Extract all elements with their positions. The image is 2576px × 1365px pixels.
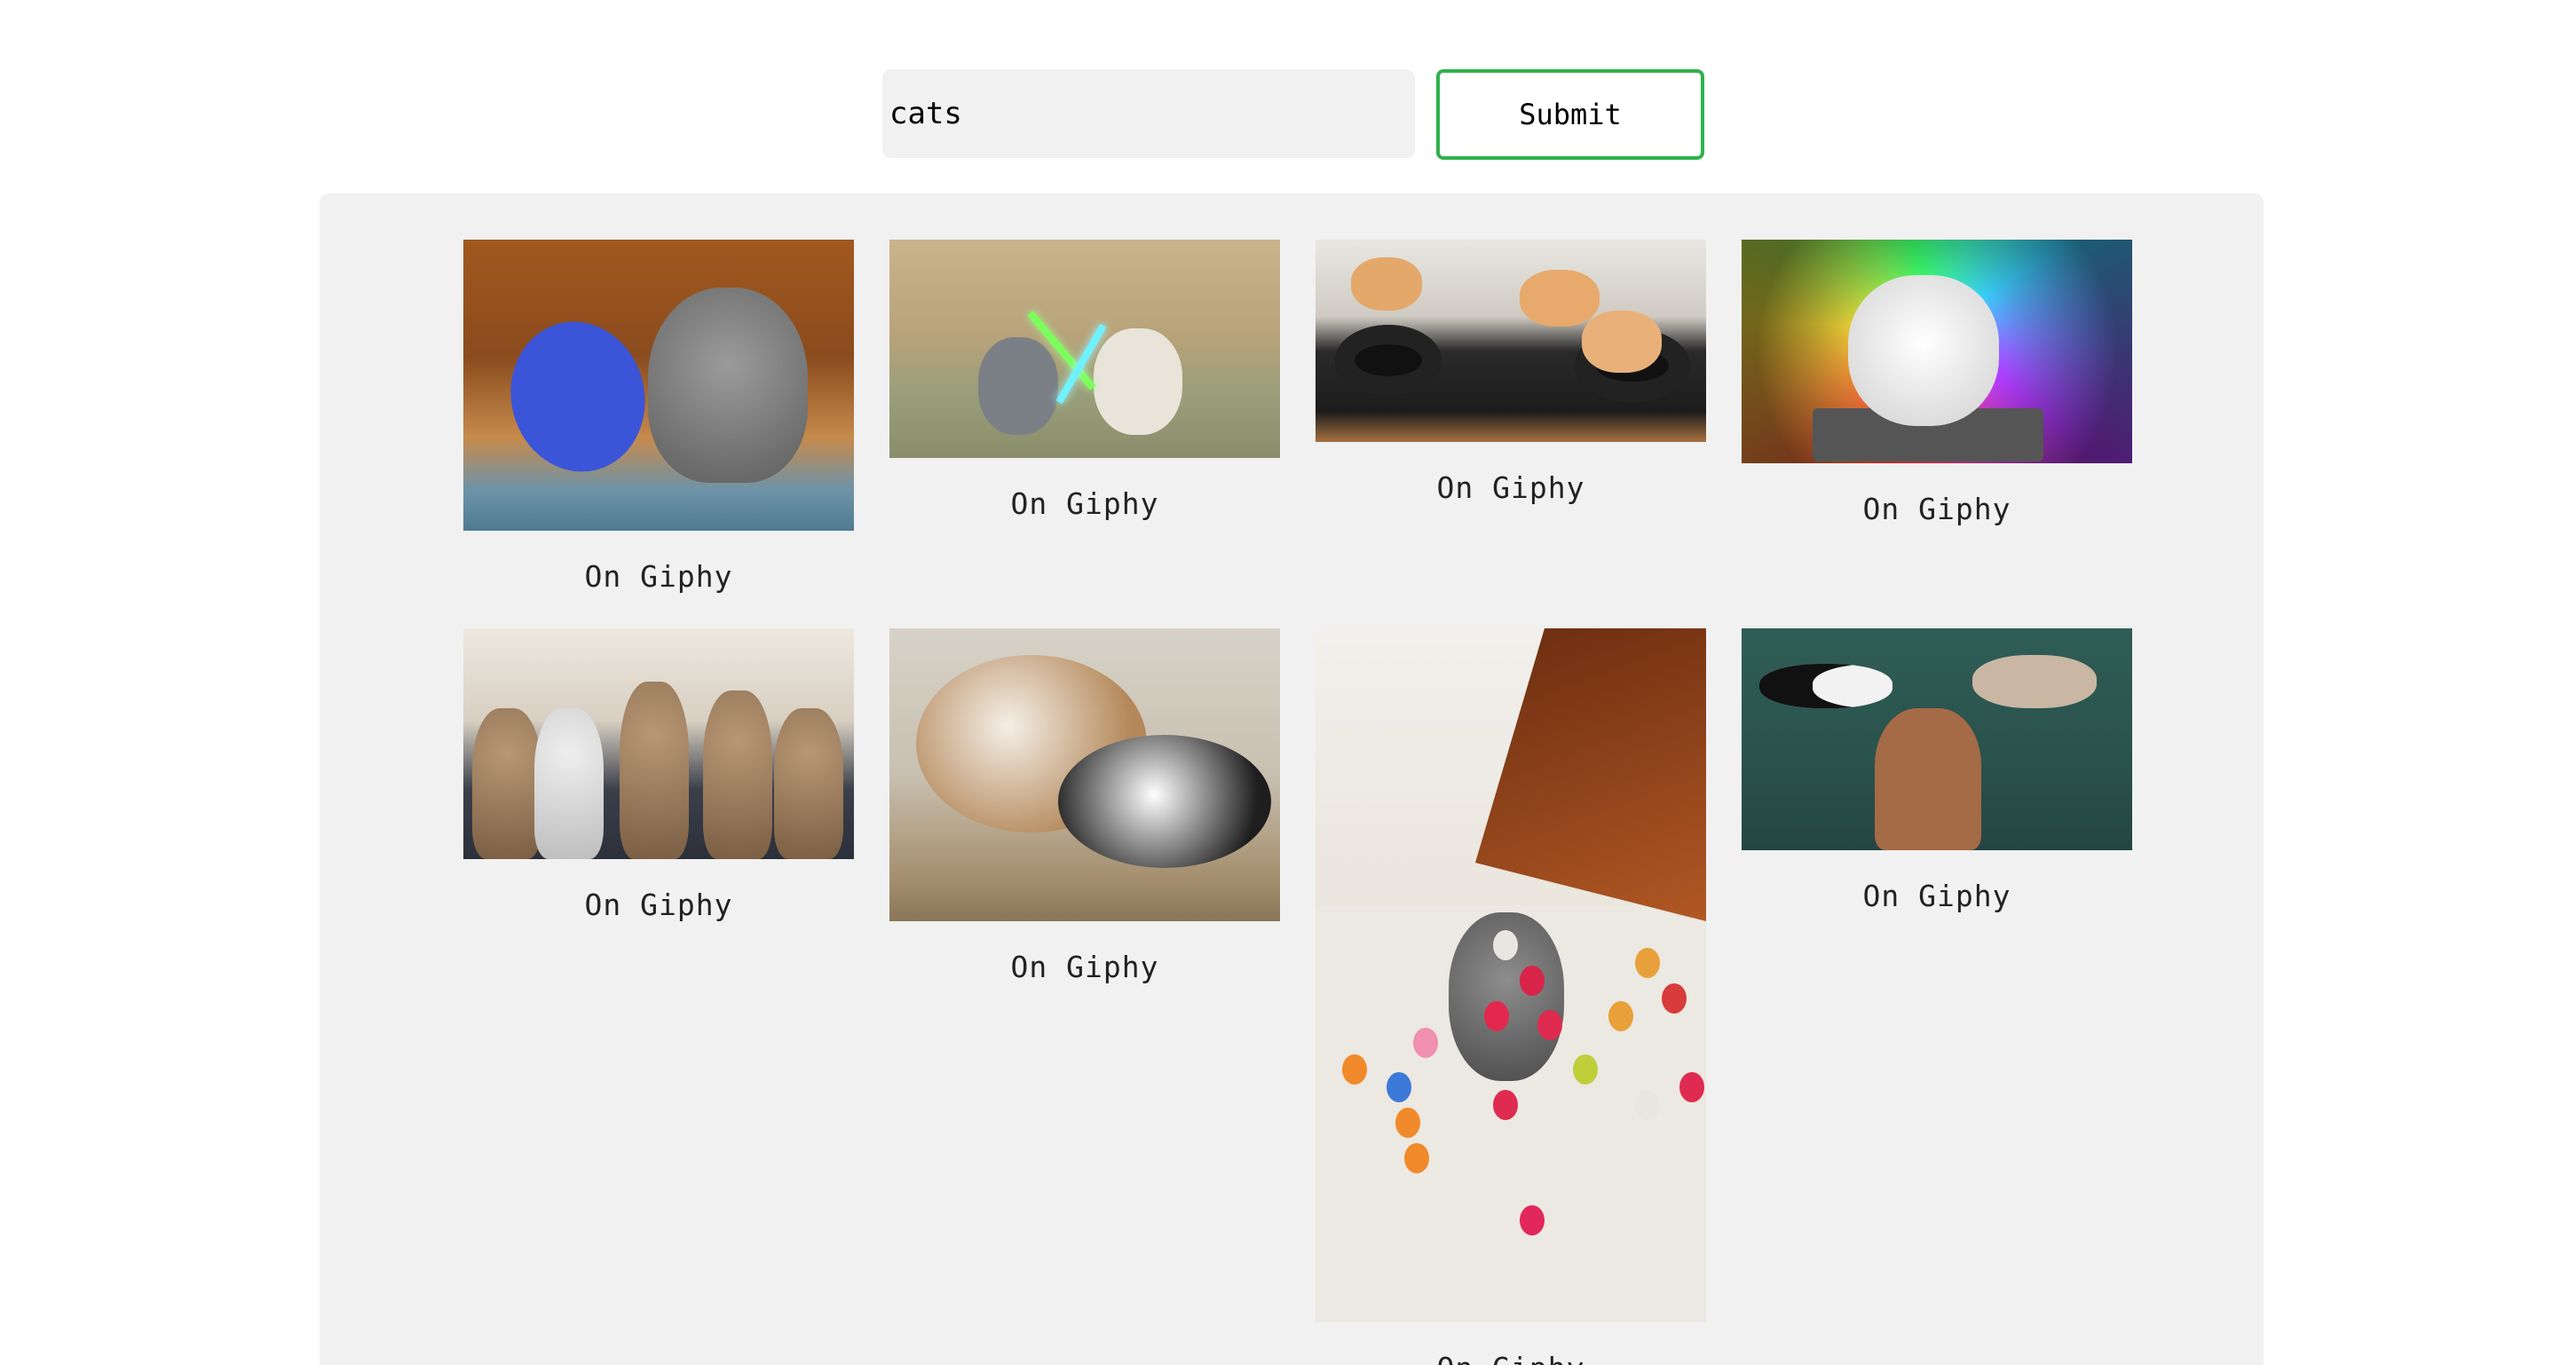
gif-caption[interactable]: On Giphy bbox=[463, 559, 854, 594]
kitten-shape bbox=[703, 690, 772, 859]
gif-card[interactable]: On Giphy bbox=[1742, 240, 2132, 526]
ball-shape bbox=[1395, 1108, 1420, 1138]
ball-shape bbox=[1493, 1090, 1518, 1120]
man-shape bbox=[1875, 708, 1981, 850]
gif-caption[interactable]: On Giphy bbox=[463, 888, 854, 922]
ball-shape bbox=[1404, 1143, 1429, 1173]
search-bar: Submit bbox=[882, 69, 1704, 160]
gif-caption[interactable]: On Giphy bbox=[1316, 470, 1706, 505]
gif-caption[interactable]: On Giphy bbox=[889, 950, 1280, 984]
ball-shape bbox=[1387, 1072, 1411, 1102]
ball-shape bbox=[1520, 1205, 1545, 1235]
gif-image[interactable] bbox=[463, 240, 854, 531]
page: Submit On Giphy On Giphy bbox=[0, 0, 2576, 1365]
ball-shape bbox=[1635, 948, 1660, 978]
kitten-shape bbox=[620, 682, 689, 859]
gif-card[interactable]: On Giphy bbox=[889, 240, 1280, 521]
gif-card[interactable]: On Giphy bbox=[1316, 628, 1706, 1365]
kitten-shape bbox=[472, 708, 541, 859]
ball-shape bbox=[1573, 1054, 1598, 1085]
ball-shape bbox=[1520, 966, 1545, 996]
gif-card[interactable]: On Giphy bbox=[463, 240, 854, 594]
gif-caption[interactable]: On Giphy bbox=[1742, 879, 2132, 913]
gif-caption[interactable]: On Giphy bbox=[1316, 1351, 1706, 1365]
gif-card[interactable]: On Giphy bbox=[1316, 240, 1706, 505]
cat-shape bbox=[1582, 311, 1662, 373]
search-input[interactable] bbox=[882, 69, 1415, 158]
gif-image[interactable] bbox=[1742, 628, 2132, 850]
gif-card[interactable]: On Giphy bbox=[463, 628, 854, 922]
turntable-shape bbox=[1335, 325, 1442, 396]
gif-image[interactable] bbox=[1316, 628, 1706, 1322]
kitten-shape bbox=[534, 708, 604, 859]
cat-shape bbox=[1094, 328, 1182, 435]
cat-shape bbox=[1520, 270, 1600, 327]
ball-shape bbox=[1662, 983, 1687, 1014]
cat-shape bbox=[1972, 655, 2097, 708]
ball-shape bbox=[1484, 1001, 1509, 1031]
gif-image[interactable] bbox=[889, 240, 1280, 458]
gif-card[interactable]: On Giphy bbox=[1742, 628, 2132, 913]
kitten-shape bbox=[774, 708, 843, 859]
gif-image[interactable] bbox=[889, 628, 1280, 921]
cat-shape bbox=[1848, 275, 1999, 426]
gif-image[interactable] bbox=[1316, 240, 1706, 442]
gif-image[interactable] bbox=[463, 628, 854, 859]
ball-shape bbox=[1493, 930, 1518, 960]
cat-shape bbox=[1759, 664, 1892, 708]
ball-shape bbox=[1608, 1001, 1633, 1031]
ball-shape bbox=[1342, 1054, 1367, 1085]
paddle-shape bbox=[494, 307, 661, 486]
cat-shape bbox=[978, 337, 1058, 435]
gif-image[interactable] bbox=[1742, 240, 2132, 463]
ball-shape bbox=[1537, 1010, 1562, 1040]
cat-shape bbox=[1351, 257, 1422, 311]
cat-shape bbox=[648, 288, 808, 483]
cat-shape bbox=[1058, 735, 1271, 868]
gif-caption[interactable]: On Giphy bbox=[1742, 492, 2132, 526]
ball-shape bbox=[1635, 1090, 1660, 1120]
submit-button[interactable]: Submit bbox=[1436, 69, 1704, 160]
ball-shape bbox=[1413, 1028, 1438, 1058]
gif-card[interactable]: On Giphy bbox=[889, 628, 1280, 984]
gif-caption[interactable]: On Giphy bbox=[889, 486, 1280, 521]
wood-floor-shape bbox=[1475, 628, 1706, 921]
ball-shape bbox=[1679, 1072, 1704, 1102]
results-panel: On Giphy On Giphy On Giphy On Giphy On G… bbox=[320, 193, 2264, 1365]
